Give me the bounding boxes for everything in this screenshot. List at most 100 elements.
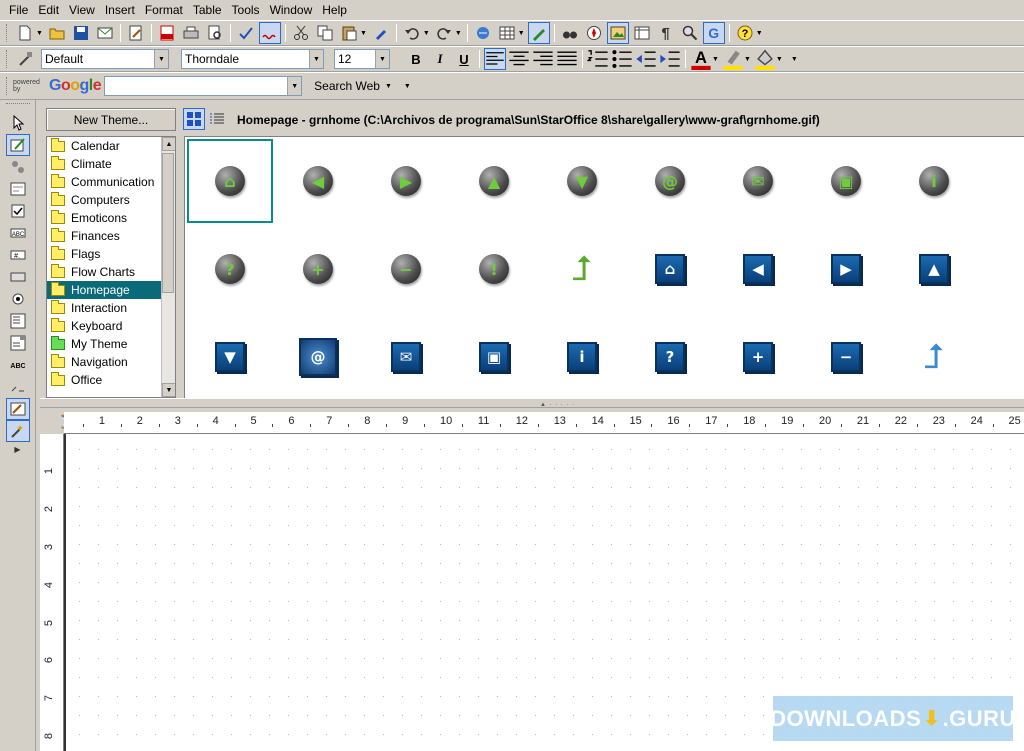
gallery-item-green-exclaim[interactable]: ! xyxy=(451,227,537,311)
paste-icon[interactable] xyxy=(338,22,360,44)
autospellcheck-icon[interactable] xyxy=(258,22,281,44)
detailed-view-icon[interactable] xyxy=(206,108,228,130)
theme-item-finances[interactable]: Finances xyxy=(47,227,175,245)
gallery-item-green-minus[interactable]: − xyxy=(363,227,449,311)
menu-edit[interactable]: Edit xyxy=(33,1,64,19)
form-design-icon[interactable] xyxy=(5,398,30,420)
gallery-icon[interactable] xyxy=(606,22,629,44)
gallery-item-blue-at[interactable]: @ xyxy=(275,315,361,399)
checkbox-icon[interactable] xyxy=(6,200,30,222)
theme-item-calendar[interactable]: Calendar xyxy=(47,137,175,155)
gallery-item-green-info[interactable]: i xyxy=(891,139,977,223)
search-web-dropdown-icon[interactable]: ▼ xyxy=(385,83,392,90)
gallery-item-green-down[interactable]: ▼ xyxy=(539,139,625,223)
push-button-icon[interactable] xyxy=(6,266,30,288)
theme-list[interactable]: Calendar Climate Communication Computers Emo… xyxy=(46,136,176,398)
vertical-ruler[interactable]: 1 2 3 4 5 6 7 8 xyxy=(40,434,64,751)
formatted-field-icon[interactable]: #. xyxy=(6,244,30,266)
show-draw-functions-icon[interactable] xyxy=(527,22,550,44)
theme-item-keyboard[interactable]: Keyboard xyxy=(47,317,175,335)
toolbar-grip[interactable] xyxy=(6,77,9,95)
gallery-item-blue-save[interactable]: ▣ xyxy=(451,315,537,399)
find-replace-icon[interactable] xyxy=(559,22,581,44)
list-box-icon[interactable] xyxy=(6,310,30,332)
background-color-icon[interactable] xyxy=(754,48,776,70)
justify-icon[interactable] xyxy=(556,48,578,70)
formatting-marks-icon[interactable]: ¶ xyxy=(655,22,677,44)
google-search-input[interactable]: ▼ xyxy=(104,76,303,96)
splitter-grip-icon[interactable]: ▲ · · · · · xyxy=(540,402,575,408)
gallery-item-grnhome[interactable]: ⌂ xyxy=(187,139,273,223)
font-name-select[interactable]: Thorndale ▼ xyxy=(181,49,324,69)
design-mode-icon[interactable] xyxy=(5,134,30,156)
theme-item-office[interactable]: Office xyxy=(47,371,175,389)
menu-help[interactable]: Help xyxy=(317,1,352,19)
gallery-item-green-question[interactable]: ? xyxy=(187,227,273,311)
undo-icon[interactable] xyxy=(401,22,423,44)
chevron-down-icon[interactable]: ▼ xyxy=(375,50,389,68)
table-dropdown-icon[interactable]: ▼ xyxy=(518,30,525,37)
menu-table[interactable]: Table xyxy=(188,1,227,19)
toolbar-options-icon[interactable]: ▼ xyxy=(404,83,411,90)
gallery-item-green-right[interactable]: ▶ xyxy=(363,139,449,223)
paste-dropdown-icon[interactable]: ▼ xyxy=(360,30,367,37)
align-right-icon[interactable] xyxy=(532,48,554,70)
email-document-icon[interactable] xyxy=(94,22,116,44)
chevron-down-icon[interactable]: ▼ xyxy=(287,77,302,95)
new-document-icon[interactable] xyxy=(14,22,36,44)
gallery-item-green-at[interactable]: @ xyxy=(627,139,713,223)
redo-dropdown-icon[interactable]: ▼ xyxy=(455,30,462,37)
scroll-up-icon[interactable]: ▲ xyxy=(162,137,175,151)
menu-view[interactable]: View xyxy=(64,1,100,19)
italic-button[interactable]: I xyxy=(429,48,451,70)
hyperlink-icon[interactable] xyxy=(472,22,494,44)
menu-window[interactable]: Window xyxy=(265,1,318,19)
form-properties-icon[interactable] xyxy=(6,178,30,200)
underline-button[interactable]: U xyxy=(453,48,475,70)
theme-scrollbar[interactable]: ▲ ▼ xyxy=(161,137,175,397)
cut-icon[interactable] xyxy=(290,22,312,44)
align-center-icon[interactable] xyxy=(508,48,530,70)
gallery-item-blue-home[interactable]: ⌂ xyxy=(627,227,713,311)
redo-icon[interactable] xyxy=(433,22,455,44)
toolbar-grip[interactable] xyxy=(5,103,30,106)
paragraph-style-select[interactable]: Default ▼ xyxy=(41,49,169,69)
search-web-button[interactable]: Search Web xyxy=(314,79,380,93)
print-icon[interactable] xyxy=(180,22,202,44)
data-sources-icon[interactable] xyxy=(631,22,653,44)
option-button-icon[interactable] xyxy=(6,288,30,310)
horizontal-ruler[interactable]: ⌛ 12345678910111213141516171819202122232… xyxy=(40,412,1024,434)
bullets-icon[interactable] xyxy=(611,48,633,70)
font-color-dropdown-icon[interactable]: ▼ xyxy=(712,56,719,63)
gallery-item-blue-left[interactable]: ◀ xyxy=(715,227,801,311)
toolbar-grip[interactable] xyxy=(6,24,9,42)
theme-item-climate[interactable]: Climate xyxy=(47,155,175,173)
font-size-select[interactable]: 12 ▼ xyxy=(334,49,390,69)
wizards-icon[interactable] xyxy=(5,420,30,442)
select-icon[interactable] xyxy=(6,112,30,134)
gallery-item-blue-up-arrow[interactable]: ⮥ xyxy=(891,315,977,399)
numbering-icon[interactable] xyxy=(587,48,609,70)
menu-file[interactable]: File xyxy=(4,1,33,19)
theme-item-my-theme[interactable]: My Theme xyxy=(47,335,175,353)
new-dropdown-icon[interactable]: ▼ xyxy=(36,30,43,37)
highlighting-icon[interactable] xyxy=(722,48,744,70)
scroll-thumb[interactable] xyxy=(162,153,174,293)
table-icon[interactable] xyxy=(496,22,518,44)
new-theme-button[interactable]: New Theme... xyxy=(46,108,176,131)
gallery-item-blue-question[interactable]: ? xyxy=(627,315,713,399)
gallery-item-blue-mail[interactable]: ✉ xyxy=(363,315,449,399)
toolbar-options-icon[interactable]: ▼ xyxy=(756,30,763,37)
gallery-item-blue-minus[interactable]: − xyxy=(803,315,889,399)
more-controls-icon[interactable] xyxy=(6,376,30,398)
gallery-item-blue-info[interactable]: i xyxy=(539,315,625,399)
theme-item-communication[interactable]: Communication xyxy=(47,173,175,191)
help-icon[interactable]: ? xyxy=(734,22,756,44)
gallery-item-green-save[interactable]: ▣ xyxy=(803,139,889,223)
theme-item-flow-charts[interactable]: Flow Charts xyxy=(47,263,175,281)
align-left-icon[interactable] xyxy=(484,48,506,70)
open-icon[interactable] xyxy=(46,22,68,44)
menu-tools[interactable]: Tools xyxy=(227,1,265,19)
gallery-item-blue-down[interactable]: ▼ xyxy=(187,315,273,399)
toolbar-grip[interactable] xyxy=(6,50,9,68)
